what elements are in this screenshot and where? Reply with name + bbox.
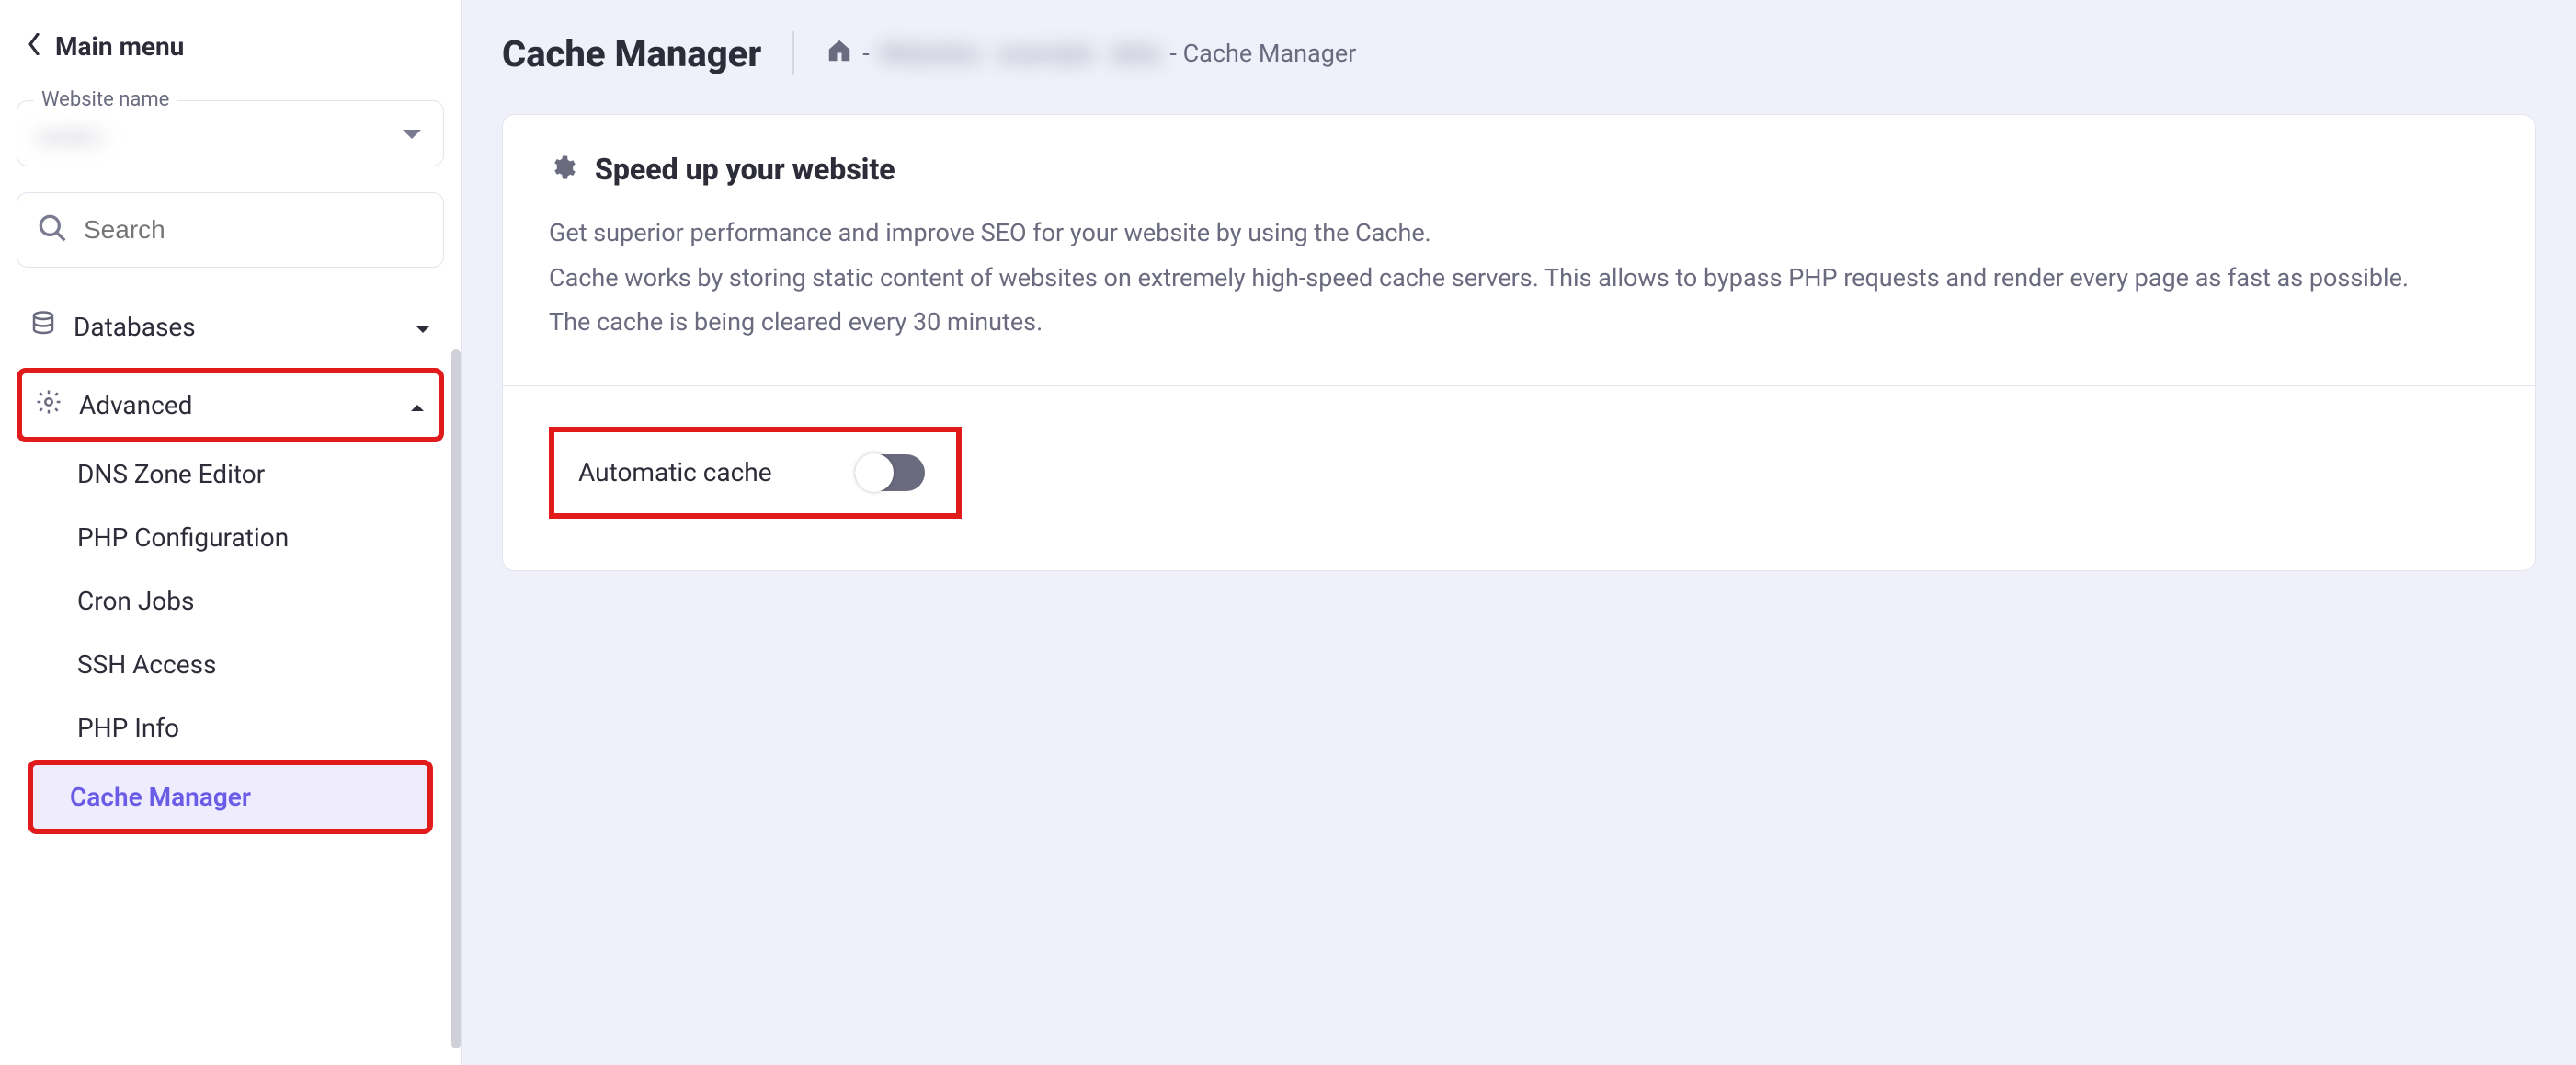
- sidebar-sub-label: PHP Configuration: [77, 522, 289, 553]
- sidebar-sub-label: DNS Zone Editor: [77, 459, 265, 489]
- sidebar-sub-label: Cron Jobs: [77, 586, 194, 616]
- divider: [792, 31, 794, 75]
- sidebar-item-label: Advanced: [79, 390, 192, 420]
- gear-icon: [35, 388, 63, 422]
- card-desc-line: The cache is being cleared every 30 minu…: [549, 300, 2489, 345]
- chevron-left-icon: [28, 31, 40, 62]
- breadcrumb-sep: -: [862, 39, 869, 68]
- website-selector-value: example.c: [38, 128, 105, 145]
- card-info: Speed up your website Get superior perfo…: [503, 115, 2535, 386]
- sidebar-sub-label: SSH Access: [77, 649, 217, 680]
- automatic-cache-toggle[interactable]: [855, 454, 925, 491]
- sidebar-search[interactable]: [17, 192, 444, 268]
- breadcrumb-mid[interactable]: Websites · example · deta: [879, 39, 1161, 68]
- sidebar-sub-label: Cache Manager: [70, 782, 251, 812]
- card-description: Get superior performance and improve SEO…: [549, 211, 2489, 345]
- search-input[interactable]: [84, 215, 423, 245]
- automatic-cache-row: Automatic cache: [549, 427, 962, 519]
- page-header: Cache Manager - Websites · example · det…: [502, 31, 2536, 75]
- sidebar-sub-cache-manager[interactable]: Cache Manager: [28, 760, 433, 834]
- website-selector[interactable]: Website name example.c: [17, 100, 444, 166]
- chevron-up-icon: [409, 390, 426, 420]
- breadcrumb: - Websites · example · deta - Cache Mana…: [826, 37, 1356, 71]
- main-content: Cache Manager - Websites · example · det…: [462, 0, 2576, 1065]
- cache-card: Speed up your website Get superior perfo…: [502, 114, 2536, 571]
- card-controls: Automatic cache: [503, 386, 2535, 570]
- sidebar-sub-ssh[interactable]: SSH Access: [17, 633, 444, 696]
- card-title: Speed up your website: [595, 152, 895, 187]
- sidebar: Main menu Website name example.c Databas…: [0, 0, 462, 1065]
- back-main-menu[interactable]: Main menu: [17, 18, 444, 74]
- toggle-label: Automatic cache: [578, 457, 772, 487]
- sidebar-sub-cron[interactable]: Cron Jobs: [17, 569, 444, 633]
- card-desc-line: Cache works by storing static content of…: [549, 256, 2489, 301]
- home-icon[interactable]: [826, 37, 853, 71]
- chevron-down-icon: [415, 312, 431, 342]
- sidebar-sub-php-config[interactable]: PHP Configuration: [17, 506, 444, 569]
- breadcrumb-current: - Cache Manager: [1169, 39, 1356, 68]
- sidebar-sub-php-info[interactable]: PHP Info: [17, 696, 444, 760]
- search-icon: [38, 213, 67, 246]
- sidebar-item-databases[interactable]: Databases: [17, 295, 444, 359]
- sidebar-sub-label: PHP Info: [77, 713, 179, 743]
- gear-icon: [549, 154, 576, 185]
- toggle-knob: [855, 453, 894, 492]
- card-desc-line: Get superior performance and improve SEO…: [549, 211, 2489, 256]
- sidebar-item-label: Databases: [74, 312, 196, 342]
- database-icon: [29, 310, 57, 344]
- page-title: Cache Manager: [502, 32, 761, 75]
- sidebar-item-advanced[interactable]: Advanced: [17, 368, 444, 442]
- sidebar-sub-dns[interactable]: DNS Zone Editor: [17, 442, 444, 506]
- back-label: Main menu: [55, 31, 184, 62]
- chevron-down-icon: [401, 127, 423, 145]
- scrollbar[interactable]: [451, 349, 461, 1048]
- website-selector-label: Website name: [34, 88, 177, 111]
